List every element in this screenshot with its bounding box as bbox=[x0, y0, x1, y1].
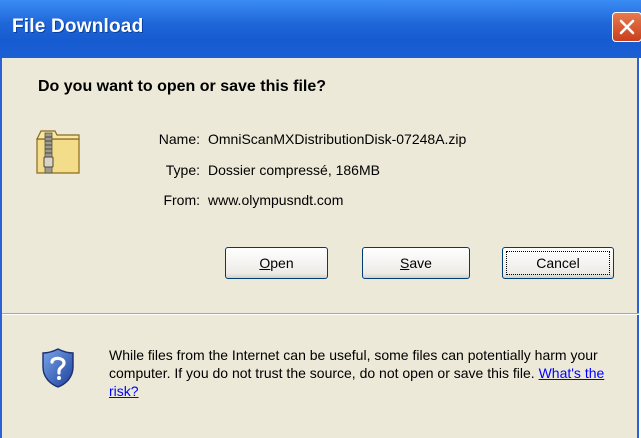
zip-folder-icon bbox=[36, 130, 80, 174]
cancel-button[interactable]: Cancel bbox=[502, 247, 614, 279]
divider bbox=[2, 313, 639, 315]
save-button[interactable]: Save bbox=[362, 247, 470, 279]
file-download-dialog: File Download Do you want to open or sav… bbox=[0, 0, 641, 438]
close-icon bbox=[619, 19, 635, 35]
type-label: Type: bbox=[165, 162, 200, 178]
close-button[interactable] bbox=[612, 12, 641, 42]
from-label: From: bbox=[163, 192, 200, 208]
security-warning: While files from the Internet can be use… bbox=[109, 346, 624, 400]
window-title: File Download bbox=[12, 16, 144, 37]
file-source: www.olympusndt.com bbox=[208, 192, 344, 208]
name-label: Name: bbox=[158, 131, 200, 147]
file-name: OmniScanMXDistributionDisk-07248A.zip bbox=[208, 131, 467, 147]
cancel-button-label: Cancel bbox=[536, 255, 580, 271]
open-button-label: Open bbox=[259, 255, 294, 271]
save-button-label: Save bbox=[400, 255, 432, 271]
dialog-question: Do you want to open or save this file? bbox=[38, 78, 327, 95]
warning-text: While files from the Internet can be use… bbox=[109, 347, 598, 381]
file-type: Dossier compressé, 186MB bbox=[208, 162, 380, 178]
open-button[interactable]: Open bbox=[225, 247, 328, 279]
shield-question-icon bbox=[42, 348, 74, 388]
title-bar[interactable]: File Download bbox=[0, 0, 641, 58]
